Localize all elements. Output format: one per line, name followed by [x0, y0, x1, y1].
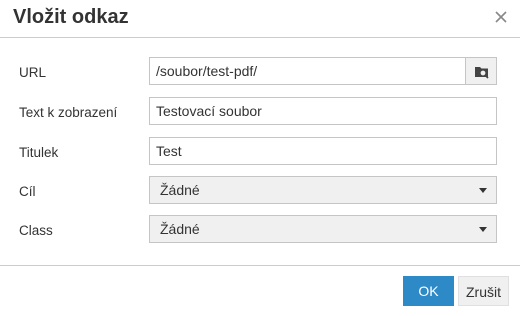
url-input[interactable]: /soubor/test-pdf/: [149, 57, 466, 85]
target-row: Cíl Žádné: [0, 176, 520, 206]
chevron-down-icon: [479, 227, 487, 232]
insert-link-dialog: Vložit odkaz URL /soubor/test-pdf/ Text …: [0, 0, 520, 315]
chevron-down-icon: [479, 188, 487, 193]
title-input[interactable]: Test: [149, 137, 497, 165]
class-row: Class Žádné: [0, 215, 520, 245]
class-select[interactable]: Žádné: [149, 215, 497, 243]
text-input[interactable]: Testovací soubor: [149, 97, 497, 125]
target-selected-value: Žádné: [160, 182, 200, 198]
url-label: URL: [19, 65, 47, 80]
class-label: Class: [19, 223, 53, 238]
title-row: Titulek Test: [0, 137, 520, 167]
title-label: Titulek: [19, 145, 59, 160]
dialog-header: Vložit odkaz: [0, 0, 520, 38]
ok-button[interactable]: OK: [403, 276, 454, 306]
close-icon[interactable]: [493, 9, 509, 25]
class-selected-value: Žádné: [160, 221, 200, 237]
browse-button[interactable]: [466, 57, 497, 85]
url-row: URL /soubor/test-pdf/: [0, 57, 520, 87]
target-select[interactable]: Žádné: [149, 176, 497, 204]
browse-icon: [475, 67, 489, 79]
dialog-footer: OK Zrušit: [0, 265, 520, 316]
target-label: Cíl: [19, 184, 36, 199]
cancel-button[interactable]: Zrušit: [458, 276, 509, 306]
text-label: Text k zobrazení: [19, 105, 118, 120]
text-row: Text k zobrazení Testovací soubor: [0, 97, 520, 127]
dialog-title: Vložit odkaz: [13, 6, 129, 28]
